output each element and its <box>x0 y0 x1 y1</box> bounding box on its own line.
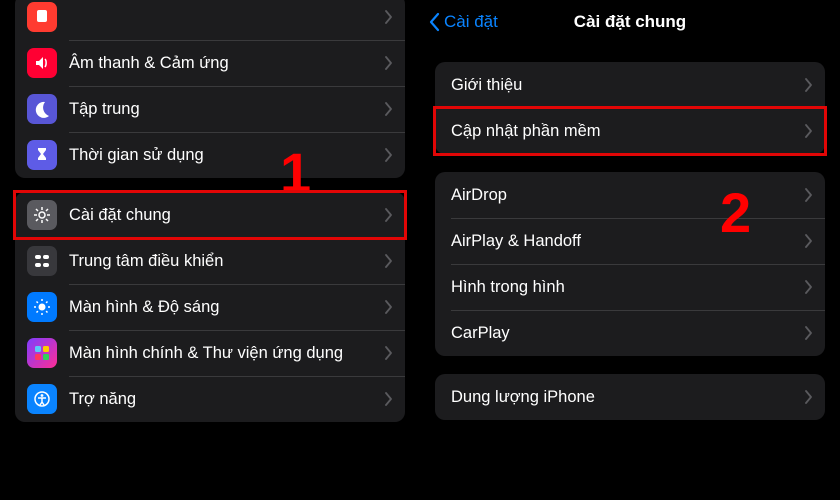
settings-group-2: Cài đặt chung Trung tâm điều khiển Màn hìn… <box>15 192 405 422</box>
notification-icon <box>27 2 57 32</box>
settings-left-pane: Âm thanh & Cảm ứng Tập trung Thời gian sử … <box>0 0 420 500</box>
row-label: Hình trong hình <box>447 273 805 302</box>
right1-row-0[interactable]: Giới thiệu <box>435 62 825 108</box>
chevron-right-icon <box>385 254 393 268</box>
row-label: Tập trung <box>69 95 385 124</box>
row-label: CarPlay <box>447 319 805 348</box>
chevron-right-icon <box>385 208 393 222</box>
chevron-right-icon <box>805 326 813 340</box>
chevron-right-icon <box>385 56 393 70</box>
row-label: Dung lượng iPhone <box>447 383 805 412</box>
left2-row-4[interactable]: Trợ năng <box>15 376 405 422</box>
left1-row-1[interactable]: Âm thanh & Cảm ứng <box>15 40 405 86</box>
page-title: Cài đặt chung <box>574 12 686 32</box>
left1-row-2[interactable]: Tập trung <box>15 86 405 132</box>
settings-group-1: Âm thanh & Cảm ứng Tập trung Thời gian sử … <box>15 0 405 178</box>
chevron-right-icon <box>805 188 813 202</box>
row-label: Giới thiệu <box>447 71 805 100</box>
left2-row-2[interactable]: Màn hình & Độ sáng <box>15 284 405 330</box>
left2-row-0[interactable]: Cài đặt chung <box>15 192 405 238</box>
right2-row-0[interactable]: AirDrop <box>435 172 825 218</box>
back-label: Cài đặt <box>444 12 498 32</box>
left1-row-0[interactable] <box>15 0 405 40</box>
row-label: Trung tâm điều khiển <box>69 247 385 276</box>
left2-row-3[interactable]: Màn hình chính & Thư viện ứng dụng <box>15 330 405 376</box>
row-label: Trợ năng <box>69 385 385 414</box>
row-label: AirDrop <box>447 181 805 210</box>
chevron-right-icon <box>805 78 813 92</box>
gear-icon <box>27 200 57 230</box>
chevron-right-icon <box>385 346 393 360</box>
row-label: Màn hình chính & Thư viện ứng dụng <box>69 339 385 368</box>
general-group-storage: Dung lượng iPhone <box>435 374 825 420</box>
left1-row-3[interactable]: Thời gian sử dụng <box>15 132 405 178</box>
hourglass-icon <box>27 140 57 170</box>
chevron-right-icon <box>805 124 813 138</box>
row-label: Âm thanh & Cảm ứng <box>69 49 385 78</box>
chevron-right-icon <box>385 392 393 406</box>
right2-row-2[interactable]: Hình trong hình <box>435 264 825 310</box>
back-button[interactable]: Cài đặt <box>428 12 498 32</box>
general-group-air: AirDrop AirPlay & Handoff Hình trong hình C… <box>435 172 825 356</box>
brightness-icon <box>27 292 57 322</box>
left2-row-1[interactable]: Trung tâm điều khiển <box>15 238 405 284</box>
sound-icon <box>27 48 57 78</box>
right2-row-1[interactable]: AirPlay & Handoff <box>435 218 825 264</box>
apps-icon <box>27 338 57 368</box>
row-label: AirPlay & Handoff <box>447 227 805 256</box>
access-icon <box>27 384 57 414</box>
chevron-right-icon <box>385 148 393 162</box>
chevron-left-icon <box>428 12 442 32</box>
chevron-right-icon <box>385 300 393 314</box>
nav-header: Cài đặt Cài đặt chung <box>420 0 840 44</box>
right3-row-0[interactable]: Dung lượng iPhone <box>435 374 825 420</box>
moon-icon <box>27 94 57 124</box>
row-label <box>69 13 385 21</box>
general-group-about: Giới thiệu Cập nhật phần mềm <box>435 62 825 154</box>
chevron-right-icon <box>805 234 813 248</box>
chevron-right-icon <box>805 390 813 404</box>
general-settings-pane: Cài đặt Cài đặt chung Giới thiệu Cập nhật… <box>420 0 840 500</box>
row-label: Thời gian sử dụng <box>69 141 385 170</box>
right2-row-3[interactable]: CarPlay <box>435 310 825 356</box>
controls-icon <box>27 246 57 276</box>
right1-row-1[interactable]: Cập nhật phần mềm <box>435 108 825 154</box>
row-label: Cập nhật phần mềm <box>447 117 805 146</box>
chevron-right-icon <box>805 280 813 294</box>
row-label: Cài đặt chung <box>69 201 385 230</box>
row-label: Màn hình & Độ sáng <box>69 293 385 322</box>
chevron-right-icon <box>385 102 393 116</box>
chevron-right-icon <box>385 10 393 24</box>
